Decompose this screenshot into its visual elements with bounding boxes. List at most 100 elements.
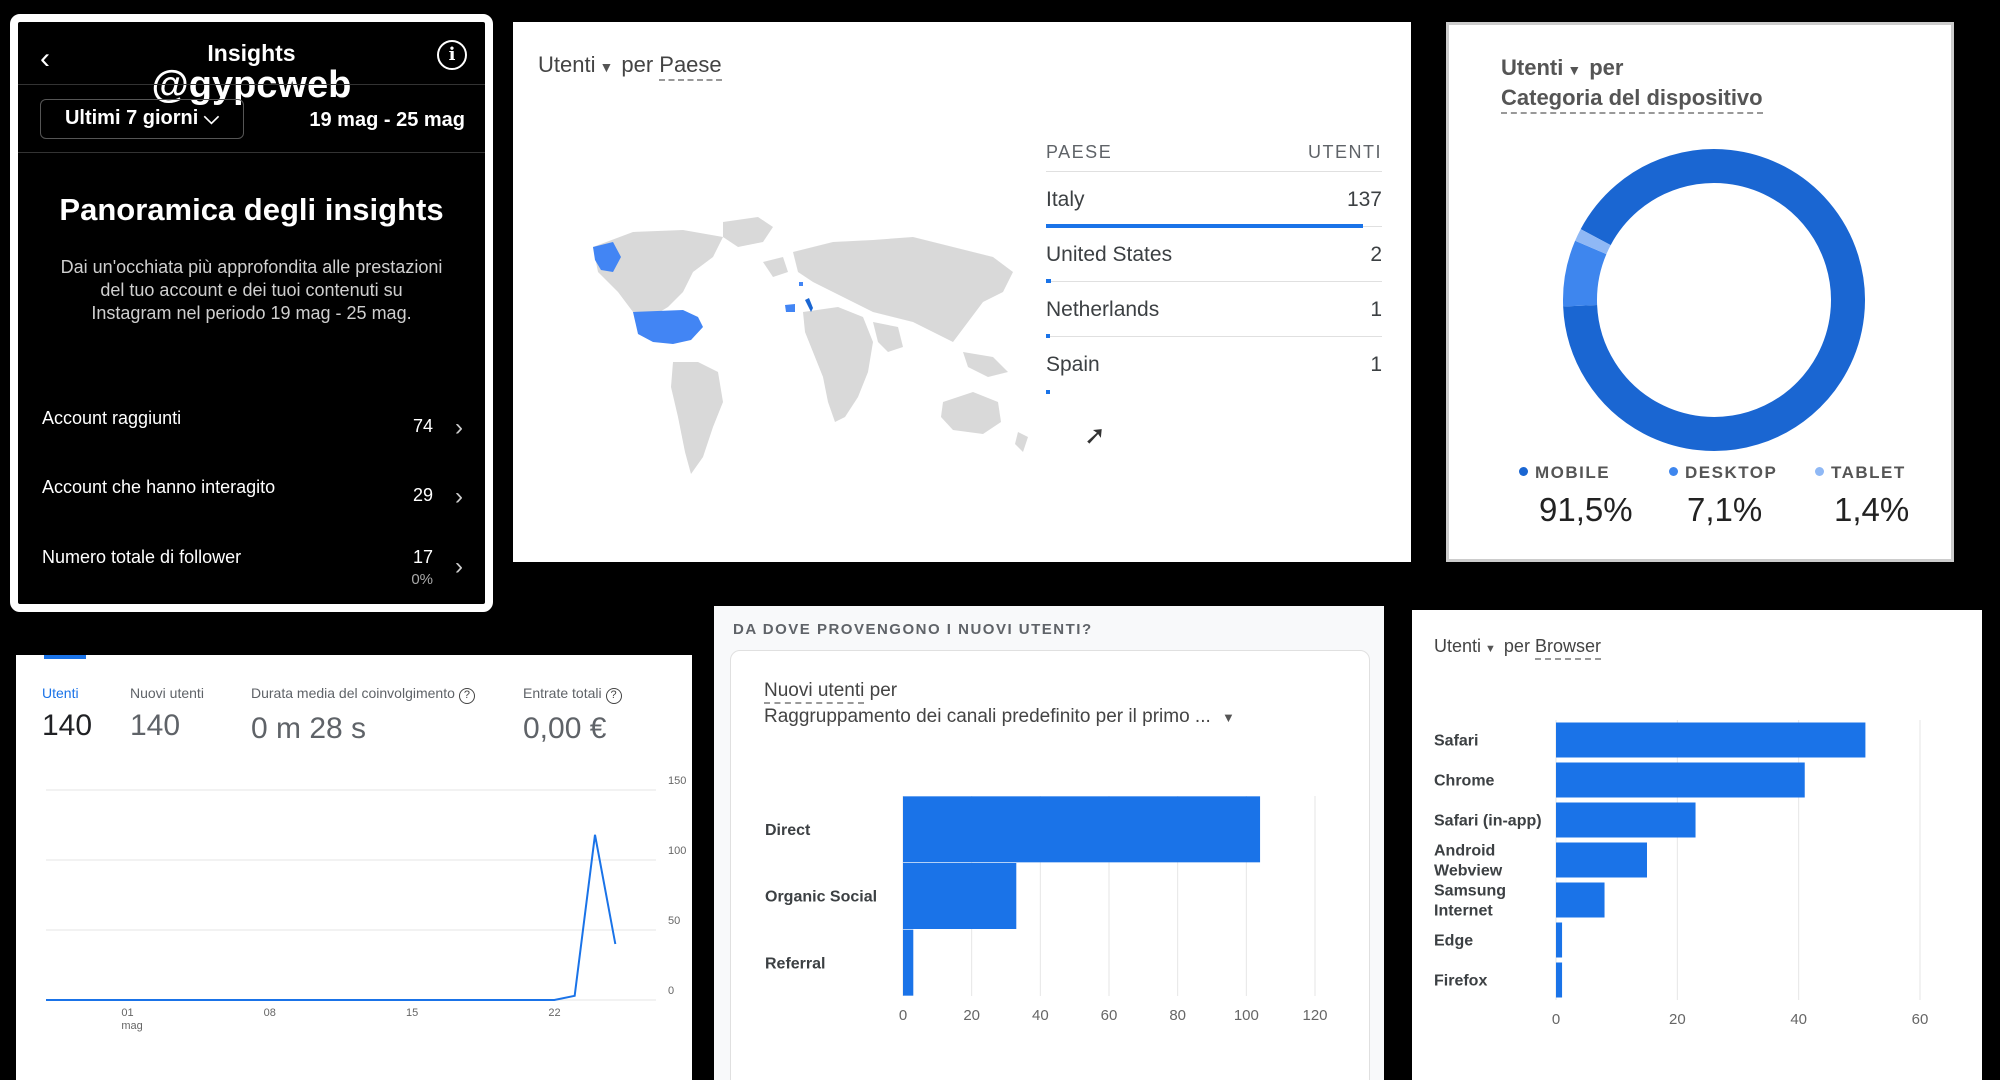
x-tick-label: 0 (1552, 1011, 1560, 1028)
donut-segment-mobile[interactable] (1559, 145, 1869, 455)
insights-title: Insights (207, 40, 296, 66)
col-header-users[interactable]: UTENTI (1308, 142, 1382, 163)
country-spain (785, 304, 795, 312)
x-tick-sublabel: mag (121, 1020, 142, 1032)
chevron-right-icon: › (455, 414, 463, 441)
bar[interactable] (903, 929, 914, 996)
x-tick-label: 80 (1169, 1007, 1186, 1024)
bar[interactable] (1556, 962, 1563, 998)
x-tick-label: 20 (963, 1007, 980, 1024)
table-row[interactable]: Netherlands 1 (1046, 282, 1382, 338)
y-tick-label: 100 (668, 845, 686, 857)
country-italy (805, 298, 813, 312)
metric-selector[interactable]: Utenti ▼ per Paese (538, 52, 722, 81)
legend-label: TABLET (1831, 463, 1906, 482)
category-label: Firefox (1434, 973, 1487, 990)
browser-bar-chart: 0 20 40 60 Safari Chrome Safari (in-app) Androi… (1434, 720, 1928, 1028)
dimension-label[interactable]: Categoria del dispositivo (1501, 85, 1763, 114)
x-tick-label: 60 (1101, 1007, 1118, 1024)
metric-change: 0% (411, 571, 433, 588)
chevron-right-icon: › (455, 553, 463, 580)
bar[interactable] (1556, 922, 1563, 958)
date-range-text: 19 mag - 25 mag (309, 109, 465, 131)
category-label: Safari (1434, 733, 1478, 750)
x-tick-label: 120 (1302, 1007, 1327, 1024)
world-landmass (593, 217, 1028, 474)
pct-mobile: 91,5% (1539, 491, 1633, 528)
metric-value: 29 (412, 485, 433, 505)
device-donut-chart (1559, 145, 1869, 455)
country-users: 1 (1370, 298, 1382, 321)
x-tick-label: 15 (406, 1007, 418, 1019)
bar[interactable] (1556, 722, 1866, 758)
bar[interactable] (1556, 762, 1805, 798)
x-tick-label: 08 (264, 1007, 276, 1019)
overview-heading: Panoramica degli insights (59, 192, 444, 227)
legend-desktop: DESKTOP (1669, 463, 1777, 483)
dimension-selector[interactable]: Categoria del dispositivo (1501, 85, 1763, 114)
info-icon[interactable]: i (437, 40, 467, 70)
country-users: 2 (1370, 243, 1382, 266)
x-tick-label: 40 (1790, 1011, 1807, 1028)
world-map (593, 217, 1028, 474)
metric-label: Account raggiunti (42, 408, 182, 428)
divider (18, 84, 485, 85)
x-tick-label: 22 (548, 1007, 560, 1019)
metric-label: Numero totale di follower (42, 547, 242, 567)
instagram-insights-panel: ‹ Insights @gypcweb i Ultimi 7 giorni ⌵ … (10, 14, 493, 612)
metric-row-total-followers[interactable]: Numero totale di follower 17 0% › (42, 543, 467, 593)
new-users-channels-card: DA DOVE PROVENGONO I NUOVI UTENTI? Nuovi… (714, 606, 1384, 1080)
users-by-device-card: Utenti ▼ per Categoria del dispositivo MOB… (1446, 22, 1954, 562)
category-label: Edge (1434, 933, 1473, 950)
x-tick-label: 40 (1032, 1007, 1049, 1024)
bar[interactable] (1556, 802, 1696, 838)
country-name: Netherlands (1046, 298, 1160, 321)
category-label: Android (1434, 843, 1495, 860)
category-label: Referral (765, 955, 825, 972)
category-label: Organic Social (765, 889, 877, 906)
country-name: Italy (1046, 188, 1085, 211)
metric-value: 17 (412, 547, 433, 567)
category-label: Internet (1434, 903, 1493, 920)
country-table: PAESE UTENTI Italy 137 United States 2 N… (1046, 122, 1382, 394)
metric-row-accounts-engaged[interactable]: Account che hanno interagito 29 › (42, 473, 467, 523)
category-label: Webview (1434, 863, 1503, 880)
country-users: 1 (1370, 353, 1382, 376)
pct-desktop: 7,1% (1687, 491, 1763, 528)
bar[interactable] (903, 796, 1261, 863)
channels-bar-chart: 0 20 40 60 80 100 120 Direct Organic Social Refer… (765, 796, 1328, 1024)
col-header-country[interactable]: PAESE (1046, 142, 1112, 163)
legend-label: DESKTOP (1685, 463, 1778, 482)
y-tick-label: 150 (668, 775, 686, 787)
dimension-label[interactable]: Paese (659, 52, 722, 81)
metric-label: Account che hanno interagito (42, 477, 276, 497)
legend-dot (1815, 467, 1824, 476)
legend-mobile: MOBILE (1519, 463, 1610, 483)
metric-row-accounts-reached[interactable]: Account raggiunti 74 › (42, 404, 467, 454)
date-range-dropdown[interactable]: Ultimi 7 giorni ⌵ (40, 99, 244, 139)
legend-label: MOBILE (1535, 463, 1611, 482)
users-over-time-card: Utenti 140 Nuovi utenti 140 Durata media… (16, 655, 692, 1080)
legend-dot (1519, 467, 1528, 476)
bar[interactable] (1556, 882, 1605, 918)
metric-label: Utenti (538, 52, 596, 77)
bar[interactable] (903, 863, 1017, 929)
table-row[interactable]: United States 2 (1046, 227, 1382, 283)
overview-description: Dai un'occhiata più approfondita alle pr… (60, 257, 443, 323)
bar[interactable] (1556, 842, 1647, 878)
category-label: Chrome (1434, 773, 1495, 790)
x-tick-label: 20 (1669, 1011, 1686, 1028)
share-bar (1046, 389, 1050, 394)
metric-value: 74 (412, 416, 433, 436)
table-row[interactable]: Italy 137 (1046, 172, 1382, 228)
pct-tablet: 1,4% (1834, 491, 1910, 528)
legend-tablet: TABLET (1815, 463, 1906, 483)
chevron-right-icon: › (455, 483, 463, 510)
donut-segment-desktop[interactable] (1559, 145, 1869, 455)
donut-segment-tablet[interactable] (1559, 145, 1869, 455)
x-tick-label: 0 (899, 1007, 907, 1024)
mouse-cursor-icon: ➚ (1084, 420, 1106, 450)
table-row[interactable]: Spain 1 (1046, 337, 1382, 394)
metric-label: Utenti (1501, 55, 1564, 80)
metric-selector[interactable]: Utenti ▼ per (1501, 55, 1623, 81)
